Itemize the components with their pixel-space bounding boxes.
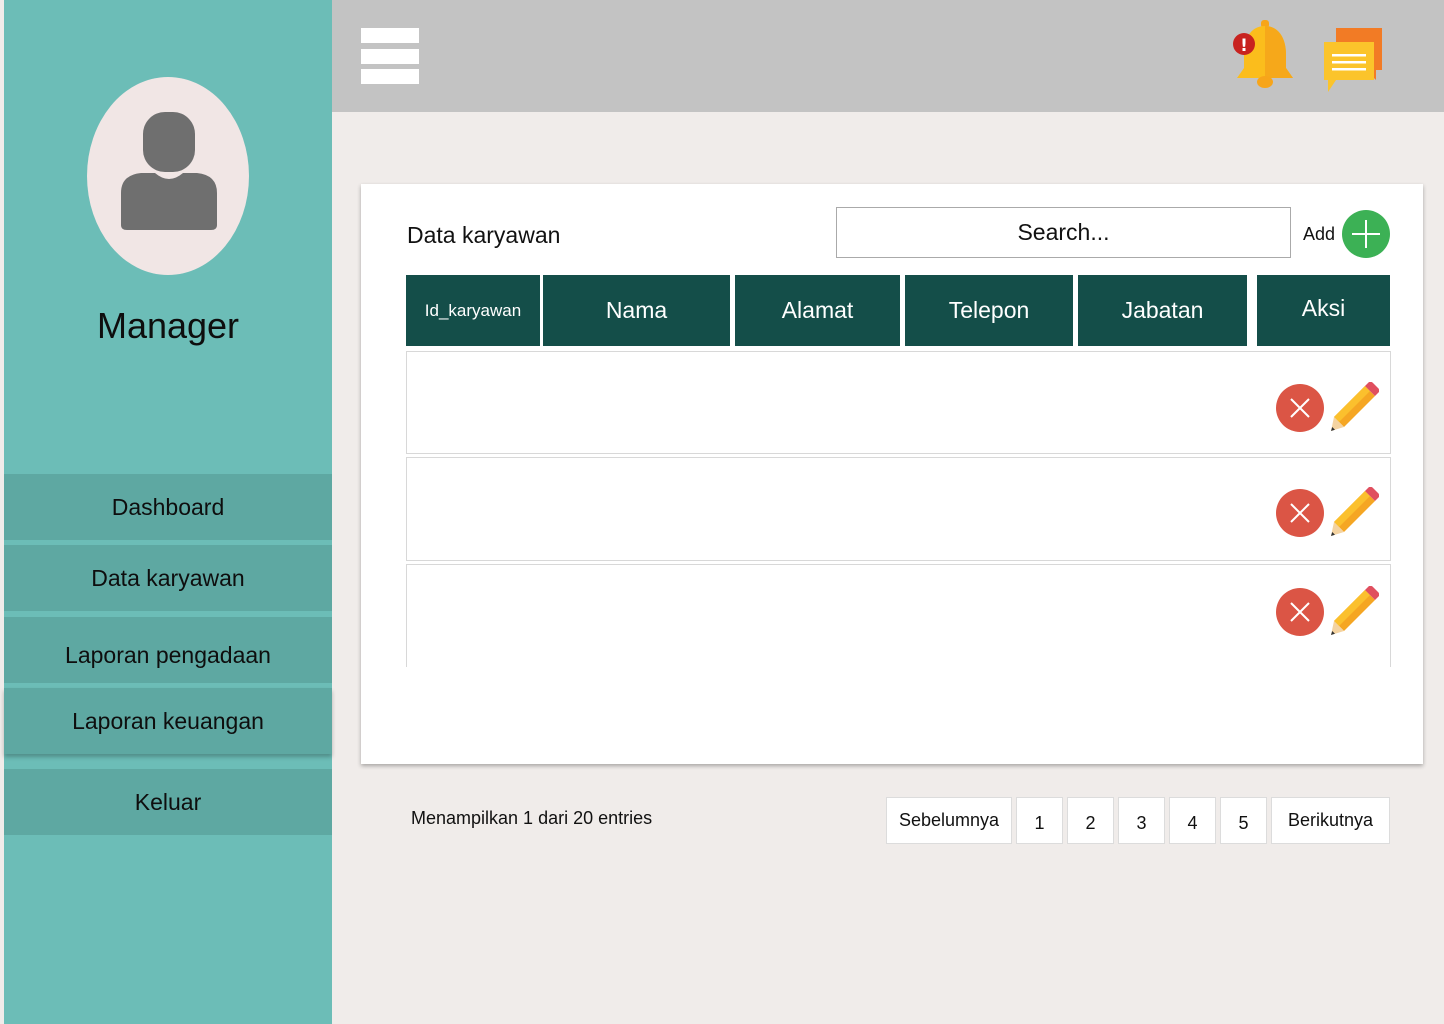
close-icon [1290,503,1310,523]
entries-info: Menampilkan 1 dari 20 entries [411,808,653,828]
search-input[interactable] [836,207,1291,258]
chat-icon[interactable] [1322,26,1384,94]
close-icon [1290,602,1310,622]
close-icon [1290,398,1310,418]
pencil-icon[interactable] [1329,486,1380,537]
pagination-page-2[interactable]: 2 [1067,797,1114,844]
pagination-page-3[interactable]: 3 [1118,797,1165,844]
column-header-alamat: Alamat [735,275,900,346]
card-title: Data karyawan [407,222,561,248]
pencil-icon[interactable] [1329,381,1380,432]
sidebar-item-data-karyawan[interactable]: Data karyawan [4,545,332,611]
sidebar-item-keluar[interactable]: Keluar [4,769,332,835]
notification-badge: ! [1240,36,1248,56]
top-bar: ! [332,0,1444,112]
column-header-aksi: Aksi [1257,275,1390,346]
user-icon [121,112,217,230]
pencil-icon[interactable] [1329,585,1380,636]
sidebar-item-dashboard[interactable]: Dashboard [4,474,332,540]
pagination-page-4[interactable]: 4 [1169,797,1216,844]
column-header-nama: Nama [543,275,730,346]
pagination-next-button[interactable]: Berikutnya [1271,797,1390,844]
hamburger-menu-icon[interactable] [361,28,419,84]
pagination-page-1[interactable]: 1 [1016,797,1063,844]
avatar [87,77,249,275]
add-label: Add [1303,224,1336,244]
delete-button[interactable] [1276,588,1324,636]
table-row [406,351,1391,454]
column-header-telepon: Telepon [905,275,1073,346]
delete-button[interactable] [1276,489,1324,537]
bell-icon[interactable]: ! [1232,18,1298,94]
employee-data-card: Data karyawan Add Id_karyawan Nama Alama… [361,184,1423,764]
user-role: Manager [96,305,240,346]
delete-button[interactable] [1276,384,1324,432]
pagination-page-5[interactable]: 5 [1220,797,1267,844]
add-button[interactable] [1342,210,1390,258]
sidebar-item-laporan-keuangan[interactable]: Laporan keuangan [4,688,332,754]
column-header-id-karyawan: Id_karyawan [406,275,540,346]
table-row [406,457,1391,561]
sidebar-item-laporan-pengadaan[interactable]: Laporan pengadaan [4,617,332,683]
pagination-prev-button[interactable]: Sebelumnya [886,797,1012,844]
table-row [406,564,1391,667]
sidebar: Manager Dashboard Data karyawan Laporan … [4,0,332,1024]
column-header-jabatan: Jabatan [1078,275,1247,346]
